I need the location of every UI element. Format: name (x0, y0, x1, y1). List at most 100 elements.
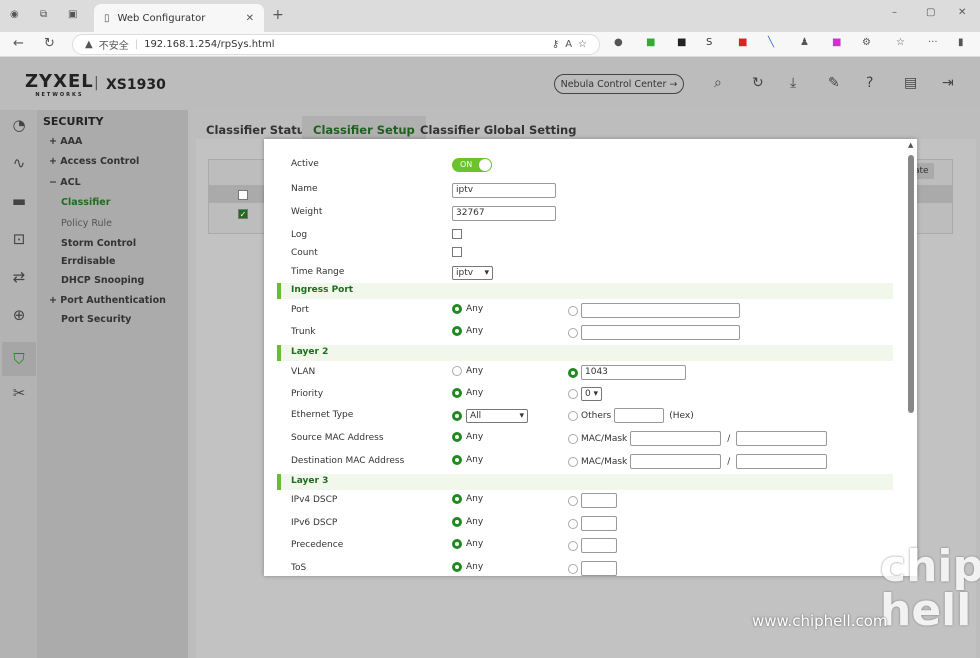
extension-android-icon[interactable]: ■ (646, 37, 655, 48)
sidebar-item-storm-control[interactable]: Storm Control (61, 238, 136, 249)
extension-blue-icon[interactable]: ╲ (768, 37, 774, 48)
vlan-input[interactable]: 1043 (581, 365, 686, 380)
save-icon[interactable]: ⤓ (790, 75, 796, 91)
tos-input[interactable] (581, 561, 617, 576)
extension-red-icon[interactable]: ■ (738, 37, 747, 48)
more-icon[interactable]: ··· (928, 37, 938, 48)
sidebar-item-dhcp-snooping[interactable]: DHCP Snooping (61, 275, 144, 286)
extension-icon[interactable]: ■ (677, 37, 686, 48)
favorites-icon[interactable]: ☆ (896, 37, 905, 48)
priority-any-radio[interactable] (452, 388, 462, 398)
dst-mac-input[interactable] (630, 454, 722, 469)
active-toggle[interactable]: ON (452, 158, 492, 172)
precedence-any-radio[interactable] (452, 539, 462, 549)
ethertype-select[interactable]: All ▾ (466, 409, 528, 423)
extension-person-icon[interactable]: ♟ (800, 37, 809, 48)
sidebar-item-port-security[interactable]: Port Security (61, 314, 131, 325)
priority-select[interactable]: 0 ▾ (581, 387, 602, 401)
dst-mac-any-radio[interactable] (452, 455, 462, 465)
trunk-list-radio[interactable] (568, 327, 578, 338)
nebula-control-center-button[interactable]: Nebula Control Center → (554, 74, 684, 94)
src-mac-input[interactable] (630, 431, 722, 446)
extension-pink-icon[interactable]: ■ (832, 37, 841, 48)
monitor-icon[interactable]: ∿ (8, 154, 30, 176)
ipv6-dscp-value-radio[interactable] (568, 518, 578, 529)
dst-mac-radio[interactable] (568, 456, 578, 467)
workspaces-icon[interactable]: ⧉ (40, 9, 47, 20)
maintenance-icon[interactable]: ✂ (8, 384, 30, 406)
read-aloud-icon[interactable]: A (565, 39, 572, 50)
ethertype-others-radio[interactable] (568, 410, 578, 421)
minimize-icon[interactable]: – (892, 7, 897, 18)
browser-tab[interactable]: ▯ Web Configurator ✕ (94, 4, 264, 32)
time-range-select[interactable]: iptv ▾ (452, 266, 493, 280)
key-icon[interactable]: ⚷ (552, 39, 559, 50)
sidebar-item-access-control[interactable]: + Access Control (49, 156, 139, 167)
sidebar-item-aaa[interactable]: + AAA (49, 136, 82, 147)
favorite-star-icon[interactable]: ☆ (578, 39, 587, 50)
maximize-icon[interactable]: ▢ (926, 7, 935, 18)
close-window-icon[interactable]: ✕ (958, 7, 966, 18)
src-mac-any-radio[interactable] (452, 432, 462, 442)
tab-actions-icon[interactable]: ▣ (68, 9, 77, 20)
dashboard-icon[interactable]: ◔ (8, 116, 30, 138)
precedence-value-radio[interactable] (568, 540, 578, 551)
url-bar[interactable]: ▲ 不安全 | 192.168.1.254/rpSys.html ⚷ A ☆ (72, 34, 600, 55)
vlan-any-radio[interactable] (452, 366, 462, 376)
ipv4-dscp-value-radio[interactable] (568, 495, 578, 506)
search-icon[interactable]: ⌕ (714, 75, 722, 91)
close-tab-icon[interactable]: ✕ (246, 13, 254, 24)
precedence-input[interactable] (581, 538, 617, 553)
sidebar-item-classifier[interactable]: Classifier (61, 197, 110, 208)
sidebar-item-errdisable[interactable]: Errdisable (61, 256, 115, 267)
network-globe-icon[interactable]: ⊕ (8, 306, 30, 328)
trunk-list-input[interactable] (581, 325, 740, 340)
logout-icon[interactable]: ⇥ (942, 75, 954, 91)
refresh-icon[interactable]: ↻ (44, 36, 55, 51)
vlan-value-radio[interactable] (568, 367, 578, 378)
ethertype-select-radio[interactable] (452, 411, 462, 421)
ipv4-dscp-any-radio[interactable] (452, 494, 462, 504)
ipv6-dscp-input[interactable] (581, 516, 617, 531)
count-checkbox[interactable] (452, 247, 462, 257)
log-checkbox[interactable] (452, 229, 462, 239)
sidebar-toggle-icon[interactable]: ▮ (958, 37, 964, 48)
tab-classifier-setup[interactable]: Classifier Setup (302, 116, 426, 141)
security-shield-icon[interactable]: ⛉ (2, 342, 36, 376)
profile-icon[interactable]: ◉ (10, 9, 19, 20)
sidebar-item-acl[interactable]: − ACL (49, 177, 81, 188)
port-icon[interactable]: ⊡ (8, 230, 30, 252)
feedback-icon[interactable]: ▤ (904, 75, 917, 91)
select-all-checkbox[interactable] (238, 190, 248, 200)
src-mask-input[interactable] (736, 431, 828, 446)
trunk-any-radio[interactable] (452, 326, 462, 336)
tos-any-radio[interactable] (452, 562, 462, 572)
sidebar-item-policy-rule[interactable]: Policy Rule (61, 218, 112, 229)
row-checkbox[interactable]: ✓ (238, 209, 248, 219)
switching-icon[interactable]: ⇄ (8, 268, 30, 290)
port-any-radio[interactable] (452, 304, 462, 314)
ipv6-dscp-any-radio[interactable] (452, 517, 462, 527)
scroll-up-icon[interactable]: ▲ (908, 141, 913, 149)
ethertype-hex-input[interactable] (614, 408, 665, 423)
sidebar-item-port-authentication[interactable]: + Port Authentication (49, 295, 166, 306)
tab-classifier-global-setting[interactable]: Classifier Global Setting (410, 120, 586, 140)
src-mac-radio[interactable] (568, 433, 578, 444)
weight-input[interactable]: 32767 (452, 206, 556, 221)
port-list-input[interactable] (581, 303, 740, 318)
priority-value-radio[interactable] (568, 389, 578, 399)
port-list-radio[interactable] (568, 305, 578, 316)
help-icon[interactable]: ? (866, 75, 873, 91)
dialog-scrollbar[interactable] (908, 155, 914, 413)
extension-s-icon[interactable]: S (706, 37, 712, 48)
refresh-icon[interactable]: ↻ (752, 75, 764, 91)
tools-icon[interactable]: ✎ (828, 75, 840, 91)
new-tab-icon[interactable]: + (272, 7, 284, 23)
name-input[interactable]: iptv (452, 183, 556, 198)
tos-value-radio[interactable] (568, 563, 578, 574)
extension-cookie-icon[interactable]: ● (614, 37, 623, 48)
extensions-icon[interactable]: ⚙ (862, 37, 871, 48)
system-icon[interactable]: ▬ (8, 192, 30, 214)
back-icon[interactable]: ← (13, 36, 24, 51)
ipv4-dscp-input[interactable] (581, 493, 617, 508)
